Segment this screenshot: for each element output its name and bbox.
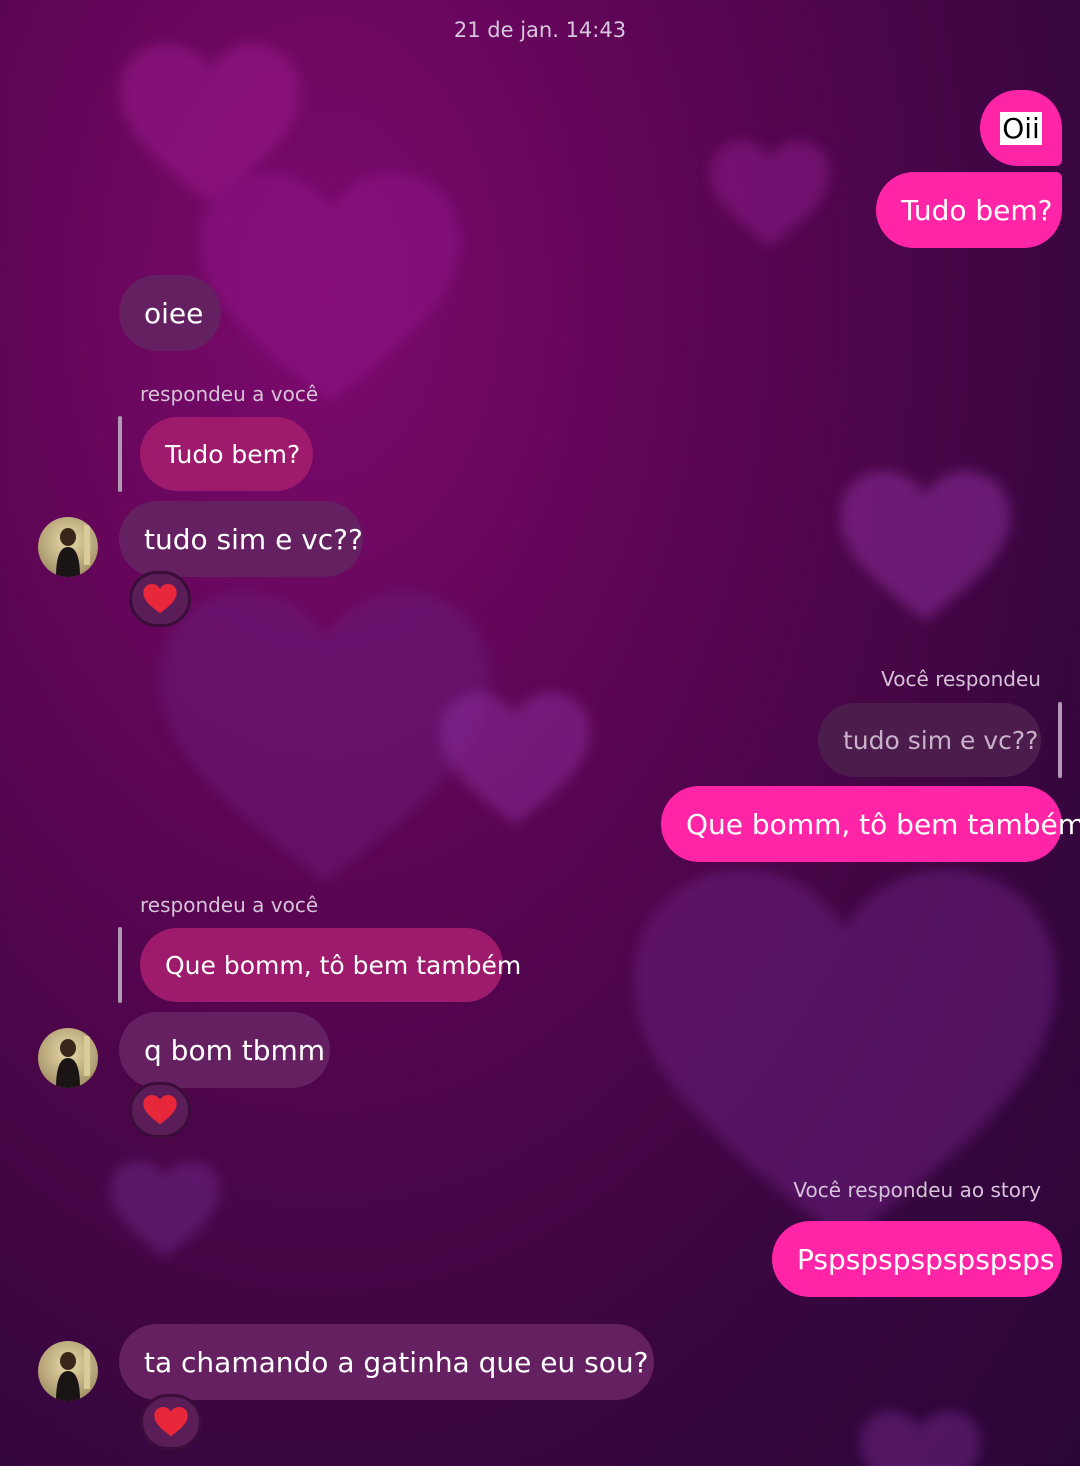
background-heart-icon: [710, 140, 830, 250]
outgoing-message-bubble[interactable]: Oii: [980, 90, 1062, 166]
outgoing-message-bubble[interactable]: Que bomm, tô bem também: [661, 786, 1080, 862]
reply-label: Você respondeu: [881, 667, 1041, 691]
incoming-message-bubble[interactable]: tudo sim e vc??: [119, 501, 363, 577]
outgoing-message-bubble[interactable]: Pspspspspspspsps: [772, 1221, 1062, 1297]
avatar[interactable]: [38, 517, 98, 577]
reaction-badge[interactable]: [129, 571, 191, 627]
heart-icon: [154, 1407, 188, 1437]
avatar[interactable]: [38, 1028, 98, 1088]
reply-quote-bar: [1058, 702, 1062, 778]
selected-message-text[interactable]: Oii: [1000, 111, 1042, 145]
outgoing-message-bubble[interactable]: Tudo bem?: [876, 172, 1062, 248]
quoted-message-bubble[interactable]: Tudo bem?: [140, 417, 313, 491]
background-heart-icon: [200, 170, 460, 410]
reply-label: respondeu a você: [140, 893, 319, 917]
quoted-message-text: Tudo bem?: [165, 439, 301, 469]
heart-icon: [143, 1095, 177, 1125]
message-text: Pspspspspspspsps: [797, 1242, 1055, 1276]
quoted-message-bubble[interactable]: tudo sim e vc??: [818, 703, 1041, 777]
avatar[interactable]: [38, 1341, 98, 1401]
incoming-message-bubble[interactable]: q bom tbmm: [119, 1012, 330, 1088]
message-text: q bom tbmm: [144, 1033, 326, 1067]
quoted-message-text: Que bomm, tô bem também: [165, 950, 522, 980]
background-heart-icon: [110, 1160, 220, 1260]
reaction-badge[interactable]: [129, 1082, 191, 1138]
conversation-timestamp: 21 de jan. 14:43: [453, 18, 627, 42]
background-heart-icon: [840, 470, 1010, 625]
heart-icon: [143, 584, 177, 614]
incoming-message-bubble[interactable]: oiee: [119, 275, 221, 351]
message-text: Que bomm, tô bem também: [686, 807, 1080, 841]
reaction-badge[interactable]: [140, 1394, 202, 1450]
quoted-message-bubble[interactable]: Que bomm, tô bem também: [140, 928, 521, 1002]
message-text: Tudo bem?: [901, 193, 1053, 227]
background-heart-icon: [860, 1410, 980, 1466]
reply-quote-bar: [118, 927, 122, 1003]
story-reply-label: Você respondeu ao story: [793, 1178, 1041, 1202]
quoted-message-text: tudo sim e vc??: [843, 725, 1039, 755]
reply-label: respondeu a você: [140, 382, 319, 406]
reply-quote-bar: [118, 416, 122, 492]
message-text: ta chamando a gatinha que eu sou?: [144, 1345, 649, 1379]
background-heart-icon: [440, 690, 590, 830]
message-text: oiee: [144, 296, 204, 330]
message-text: tudo sim e vc??: [144, 522, 363, 556]
incoming-message-bubble[interactable]: ta chamando a gatinha que eu sou?: [119, 1324, 654, 1400]
